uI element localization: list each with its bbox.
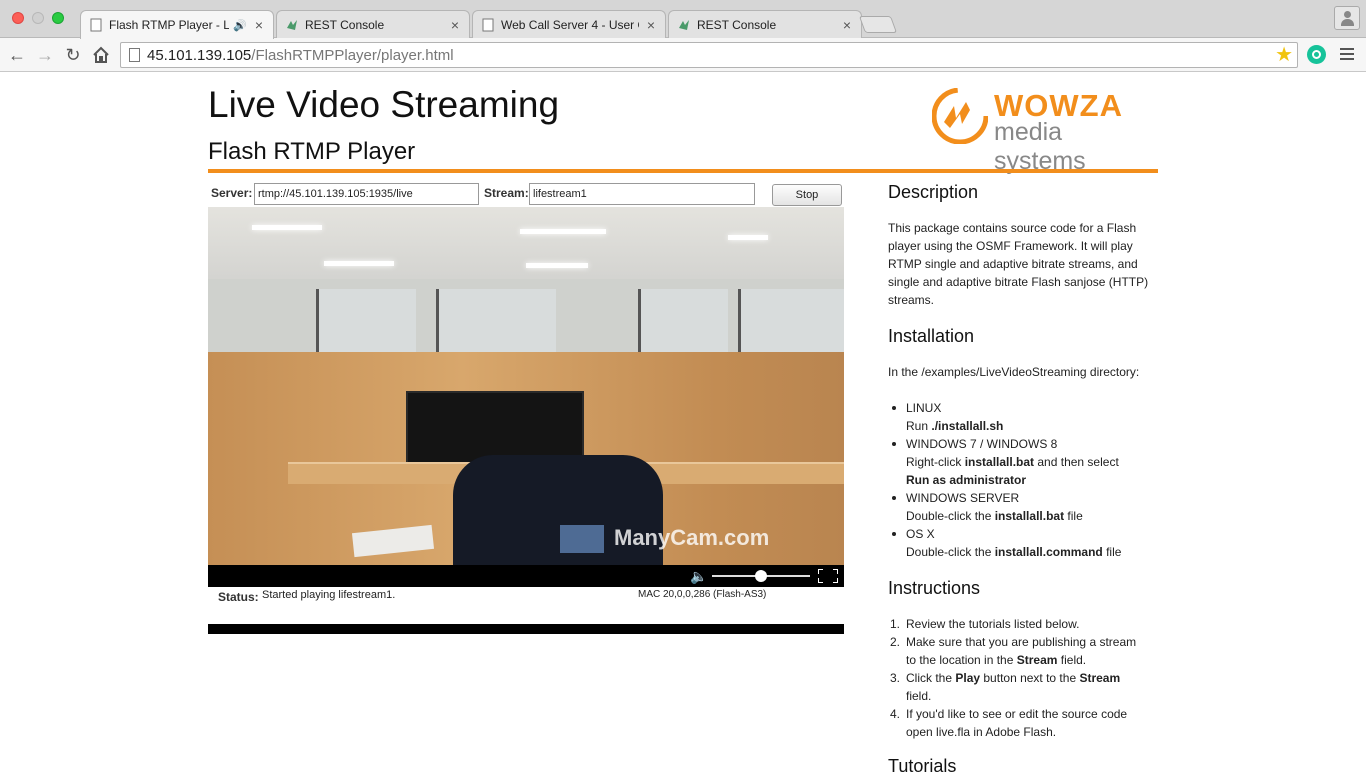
speaker-icon[interactable]: 🔊: [233, 19, 247, 32]
status-label: Status:: [218, 590, 259, 604]
tab-title: Web Call Server 4 - User Guide: [501, 17, 639, 32]
bookmark-star-icon[interactable]: ★: [1275, 44, 1293, 66]
rest-console-icon: [287, 19, 297, 30]
back-icon[interactable]: ←: [6, 44, 28, 66]
forward-icon[interactable]: →: [34, 44, 56, 66]
instruction-item-3: 3. Click the Play button next to the Str…: [890, 671, 1121, 703]
tab-title: Flash RTMP Player - Live Video Streaming: [109, 18, 230, 32]
volume-knob[interactable]: [755, 570, 767, 582]
fullscreen-icon[interactable]: [818, 569, 838, 583]
instructions-heading: Instructions: [888, 578, 981, 598]
tutorials-heading: Tutorials: [888, 756, 957, 776]
page-content: Live Video Streaming Flash RTMP Player W…: [0, 72, 1366, 776]
install-item-linux: LINUX Run ./installall.sh: [892, 399, 1158, 435]
window-maximize-button[interactable]: [52, 12, 64, 24]
install-item-windows: WINDOWS 7 / WINDOWS 8 Right-click instal…: [892, 435, 1158, 489]
status-text: Started playing lifestream1.: [262, 589, 396, 601]
video-player[interactable]: ManyCam.com: [208, 207, 844, 565]
tab-close-icon[interactable]: ×: [253, 17, 265, 33]
video-watermark: ManyCam.com: [614, 525, 770, 550]
page-icon: [482, 18, 494, 31]
tab-title: REST Console: [697, 17, 777, 32]
new-tab-button[interactable]: [858, 16, 898, 33]
profile-icon[interactable]: [1334, 6, 1360, 30]
stream-label: Stream:: [484, 186, 529, 200]
tab-strip: Flash RTMP Player - Live Video Streaming…: [0, 0, 1366, 39]
install-item-osx: OS X Double-click the installall.command…: [892, 525, 1158, 561]
installation-heading: Installation: [888, 326, 975, 346]
description-text: This package contains source code for a …: [888, 221, 1149, 307]
page-subtitle: Flash RTMP Player: [208, 138, 416, 165]
header-divider: [208, 169, 1158, 173]
page-icon: [129, 48, 140, 62]
description-heading: Description: [888, 182, 979, 202]
page-title: Live Video Streaming: [208, 84, 560, 125]
url-text[interactable]: 45.101.139.105/FlashRTMPPlayer/player.ht…: [147, 47, 454, 64]
installation-intro: In the /examples/LiveVideoStreaming dire…: [888, 365, 1140, 379]
tab-close-icon[interactable]: ×: [449, 17, 461, 33]
window-close-button[interactable]: [12, 12, 24, 24]
instruction-item-2: 2. Make sure that you are publishing a s…: [890, 635, 1137, 667]
video-controls: 🔈: [208, 565, 844, 587]
page-icon: [90, 18, 102, 32]
tab-web-call-server[interactable]: Web Call Server 4 - User Guide ×: [472, 10, 666, 38]
window-minimize-button[interactable]: [32, 12, 44, 24]
tab-title: REST Console: [305, 17, 385, 32]
tab-rest-console-1[interactable]: REST Console ×: [276, 10, 470, 38]
wowza-logo-icon: [932, 88, 988, 144]
reload-icon[interactable]: ↻: [62, 44, 84, 66]
browser-toolbar: ← → ↻ 45.101.139.105/FlashRTMPPlayer/pla…: [0, 38, 1366, 72]
install-item-windows-server: WINDOWS SERVER Double-click the installa…: [892, 489, 1158, 525]
monitor: [406, 391, 584, 464]
server-field[interactable]: [254, 183, 479, 205]
manycam-logo-icon: [560, 525, 604, 553]
wowza-logo: WOWZA media systems: [932, 88, 1132, 175]
tab-close-icon[interactable]: ×: [841, 17, 853, 33]
instruction-item-4: 4. If you'd like to see or edit the sour…: [890, 707, 1128, 739]
tab-rest-console-2[interactable]: REST Console ×: [668, 10, 862, 38]
volume-icon[interactable]: 🔈: [690, 568, 707, 585]
stop-button[interactable]: Stop: [772, 184, 842, 206]
rest-console-icon: [679, 19, 689, 30]
extension-icon[interactable]: [1307, 45, 1326, 64]
instruction-item-1: 1. Review the tutorials listed below.: [890, 617, 1080, 631]
address-bar[interactable]: 45.101.139.105/FlashRTMPPlayer/player.ht…: [120, 42, 1298, 68]
stream-field[interactable]: [529, 183, 755, 205]
logo-tagline: media systems: [994, 118, 1086, 175]
home-icon[interactable]: [90, 44, 112, 66]
tab-flash-rtmp-player[interactable]: Flash RTMP Player - Live Video Streaming…: [80, 10, 274, 39]
player-footer-bar: [208, 624, 844, 634]
tab-close-icon[interactable]: ×: [645, 17, 657, 33]
menu-icon[interactable]: [1340, 46, 1354, 62]
server-label: Server:: [211, 186, 253, 200]
flash-version: MAC 20,0,0,286 (Flash-AS3): [638, 589, 767, 600]
